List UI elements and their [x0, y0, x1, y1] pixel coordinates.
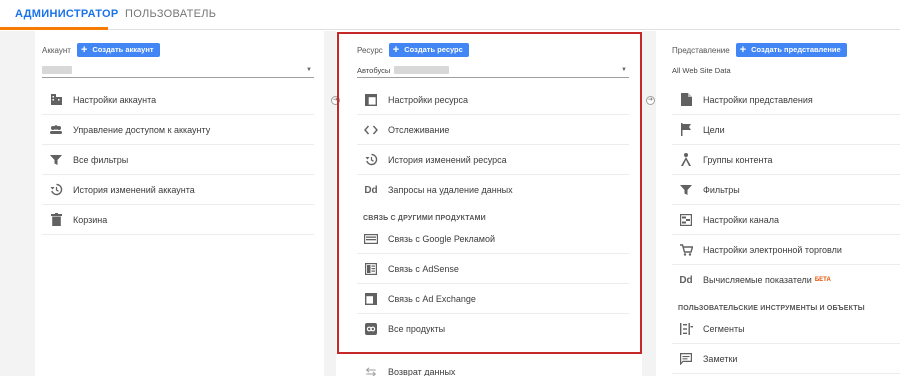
item-label: Управление доступом к аккаунту	[73, 124, 211, 135]
item-label: Настройки представления	[703, 94, 813, 105]
gutter-2	[642, 31, 656, 376]
account-title: Аккаунт	[42, 45, 71, 55]
content-groups-item[interactable]: Группы контента	[672, 145, 900, 175]
people-icon	[47, 121, 65, 139]
dropdown-caret-icon: ▼	[306, 67, 312, 73]
calculated-metrics-item[interactable]: Dd Вычисляемые показатели БЕТА	[672, 265, 900, 295]
dd-icon: Dd	[679, 274, 693, 286]
ecommerce-settings-item[interactable]: Настройки электронной торговли	[672, 235, 900, 265]
trash-item[interactable]: Корзина	[42, 205, 314, 235]
plus-icon: +	[80, 44, 88, 56]
view-filters-item[interactable]: Фильтры	[672, 175, 900, 205]
create-view-label: Создать представление	[751, 45, 841, 54]
item-label: Настройки аккаунта	[73, 94, 157, 105]
account-selector[interactable]: ▼	[42, 63, 314, 78]
trash-icon	[47, 211, 65, 229]
comment-icon	[677, 350, 695, 368]
highlight-box	[337, 32, 642, 354]
cart-icon	[677, 241, 695, 259]
account-settings-item[interactable]: Настройки аккаунта	[42, 85, 314, 115]
active-tab-indicator	[0, 27, 108, 30]
account-access-item[interactable]: Управление доступом к аккаунту	[42, 115, 314, 145]
item-label: История изменений аккаунта	[73, 184, 195, 195]
account-name-redacted	[42, 66, 72, 74]
filter-icon	[677, 181, 695, 199]
segments-icon	[677, 320, 695, 338]
item-label: Возврат данных	[388, 367, 456, 376]
item-label: Заметки	[703, 353, 738, 364]
document-icon	[677, 91, 695, 109]
channel-icon	[677, 211, 695, 229]
beta-badge: БЕТА	[814, 277, 831, 283]
item-label: Настройки электронной торговли	[703, 244, 842, 255]
item-label: Вычисляемые показатели	[703, 275, 812, 285]
plus-icon: +	[739, 44, 747, 56]
item-label: Настройки канала	[703, 214, 780, 225]
create-view-button[interactable]: + Создать представление	[735, 43, 847, 57]
item-label: Группы контента	[703, 154, 773, 165]
view-selector[interactable]: All Web Site Data	[672, 63, 900, 78]
item-label: Цели	[703, 124, 725, 135]
view-selected: All Web Site Data	[672, 66, 731, 75]
view-settings-item[interactable]: Настройки представления	[672, 85, 900, 115]
account-header: Аккаунт + Создать аккаунт	[42, 43, 160, 57]
goals-item[interactable]: Цели	[672, 115, 900, 145]
item-label: Фильтры	[703, 184, 740, 195]
channel-settings-item[interactable]: Настройки канала	[672, 205, 900, 235]
view-title: Представление	[672, 45, 730, 55]
data-import-item[interactable]: ⇆ Возврат данных	[357, 357, 629, 376]
admin-tabs: АДМИНИСТРАТОР ПОЛЬЗОВАТЕЛЬ	[0, 0, 900, 30]
item-label: Корзина	[73, 214, 108, 225]
history-icon	[47, 181, 65, 199]
building-icon	[47, 91, 65, 109]
flag-icon	[677, 121, 695, 139]
left-gutter	[0, 31, 35, 376]
item-label: Сегменты	[703, 323, 745, 334]
arrow-right-icon: ➔	[646, 96, 655, 105]
segments-item[interactable]: Сегменты	[672, 314, 900, 344]
annotations-item[interactable]: Заметки	[672, 344, 900, 374]
account-history-item[interactable]: История изменений аккаунта	[42, 175, 314, 205]
create-account-button[interactable]: + Создать аккаунт	[76, 43, 160, 57]
tab-user[interactable]: ПОЛЬЗОВАТЕЛЬ	[125, 8, 216, 20]
create-account-label: Создать аккаунт	[92, 45, 154, 54]
filter-icon	[47, 151, 65, 169]
import-icon: ⇆	[365, 364, 377, 376]
person-icon	[677, 151, 695, 169]
custom-tools-header: ПОЛЬЗОВАТЕЛЬСКИЕ ИНСТРУМЕНТЫ И ОБЪЕКТЫ	[678, 305, 865, 312]
item-label: Все фильтры	[73, 154, 129, 165]
all-filters-item[interactable]: Все фильтры	[42, 145, 314, 175]
view-header: Представление + Создать представление	[672, 43, 847, 57]
gutter-1	[324, 31, 336, 376]
tab-admin[interactable]: АДМИНИСТРАТОР	[15, 8, 119, 20]
